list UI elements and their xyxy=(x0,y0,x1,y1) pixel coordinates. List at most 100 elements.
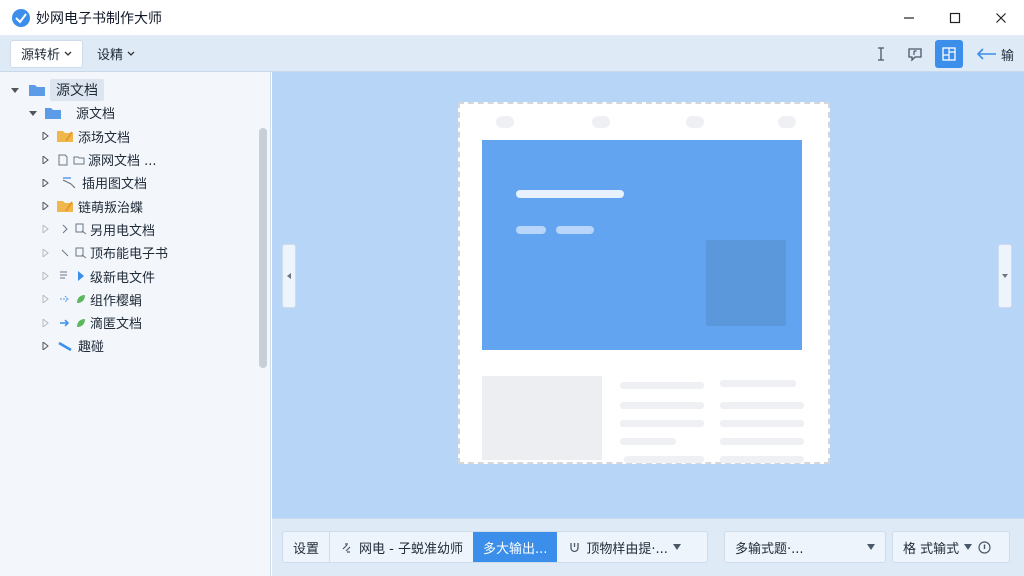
caret-right-icon[interactable] xyxy=(40,178,50,188)
caret-right-icon[interactable] xyxy=(40,201,50,211)
tree-item[interactable]: 源网文档 ... xyxy=(0,148,256,171)
source-menu[interactable]: 源转析 xyxy=(10,39,84,68)
format-select[interactable]: 多输式题·... xyxy=(725,532,885,562)
toolbar: 源转析 设精 输 xyxy=(0,36,1024,72)
tree-item[interactable]: 组作樱蜎 xyxy=(0,288,256,311)
source-button[interactable]: 网电 - 子蜕准幼师 xyxy=(330,532,473,562)
arrow-left-icon xyxy=(976,48,996,60)
content-line xyxy=(620,420,704,427)
filter-dropdown[interactable]: 顶物样由提·... xyxy=(557,532,691,562)
text-tool-button[interactable] xyxy=(867,40,895,68)
tree-item-label: 组作樱蜎 xyxy=(90,293,143,309)
content-line xyxy=(720,438,804,445)
arrow-dotted-icon xyxy=(58,292,72,306)
tree-item[interactable]: 滴匿文档 xyxy=(0,311,256,334)
content-line xyxy=(620,438,676,445)
content-line xyxy=(620,402,704,409)
back-output-button[interactable]: 输 xyxy=(975,45,1014,64)
tree-item-label: 插用图文档 xyxy=(82,177,148,193)
content-line xyxy=(720,402,804,409)
tree-root-label: 源文档 xyxy=(50,78,104,101)
caret-right-icon[interactable] xyxy=(40,224,50,234)
file-tree: 源文档 源文档 添场文档 源网文档 ... 插用图文档 链萌叛治蝶 另用电文档 … xyxy=(0,78,256,358)
caret-right-icon[interactable] xyxy=(40,318,50,328)
chevron-down-icon xyxy=(127,51,135,56)
hero-tag-placeholder xyxy=(556,226,594,234)
leaf-icon xyxy=(74,316,88,330)
search-document-icon xyxy=(74,222,88,236)
minimize-button[interactable] xyxy=(886,0,932,36)
leaf-icon xyxy=(74,292,88,306)
page-placeholder-dot xyxy=(592,116,610,128)
hero-banner xyxy=(482,140,802,350)
app-logo-icon xyxy=(12,8,30,27)
tree-item[interactable]: 级新电文件 xyxy=(0,264,256,287)
caret-right-icon[interactable] xyxy=(40,248,50,258)
tree-item[interactable]: 添场文档 xyxy=(0,125,256,148)
caret-down-icon xyxy=(867,543,875,551)
layout-tool-button[interactable] xyxy=(934,40,963,68)
info-icon[interactable] xyxy=(977,540,991,554)
settings-button[interactable]: 设置 xyxy=(283,532,331,562)
comment-tool-button[interactable] xyxy=(901,40,929,68)
content-line xyxy=(624,456,704,463)
content-image-placeholder xyxy=(482,376,602,460)
caret-down-icon[interactable] xyxy=(28,108,38,118)
content-line xyxy=(720,456,804,463)
caret-right-icon[interactable] xyxy=(40,155,50,165)
document-icon xyxy=(56,153,70,167)
caret-down-icon[interactable] xyxy=(10,85,20,95)
caret-right-icon[interactable] xyxy=(40,131,50,141)
next-page-handle[interactable] xyxy=(998,244,1012,308)
maximize-icon xyxy=(949,12,961,24)
folder-icon xyxy=(44,106,62,120)
page-placeholder-dot xyxy=(686,116,704,128)
hero-image-placeholder xyxy=(706,240,786,326)
text-cursor-icon xyxy=(877,47,884,61)
settings-menu-label: 设精 xyxy=(97,48,124,63)
source-button-label: 网电 - 子蜕准幼师 xyxy=(359,541,463,557)
scroll-thumb[interactable] xyxy=(259,128,267,368)
prev-page-handle[interactable] xyxy=(282,244,296,308)
output-button[interactable]: 多大输出... xyxy=(472,532,558,562)
back-output-label: 输 xyxy=(1000,48,1014,64)
style-select[interactable]: 格 式输式 xyxy=(893,532,1001,562)
caret-right-icon[interactable] xyxy=(40,341,50,351)
caret-right-icon[interactable] xyxy=(40,271,50,281)
content-line xyxy=(720,420,804,427)
slash-icon xyxy=(58,246,72,260)
pen-icon xyxy=(60,176,78,190)
tree-item-label: 滴匿文档 xyxy=(90,317,143,333)
page-placeholder-dot xyxy=(496,116,514,128)
caret-down-icon xyxy=(964,543,973,551)
tree-item[interactable]: 趣碰 xyxy=(0,334,256,357)
preview-canvas xyxy=(272,72,1024,518)
format-dropdown-label: 多输式题·... xyxy=(735,541,804,557)
folder-icon xyxy=(28,83,46,97)
style-dropdown[interactable]: 格 式输式 xyxy=(892,531,1010,563)
caret-left-icon xyxy=(287,273,291,279)
settings-menu[interactable]: 设精 xyxy=(87,40,145,68)
format-dropdown[interactable]: 多输式题·... xyxy=(724,531,886,563)
title-bar: 妙网电子书制作大师 xyxy=(0,0,1024,36)
caret-right-icon[interactable] xyxy=(40,294,50,304)
tree-item[interactable]: 顶布能电子书 xyxy=(0,241,256,264)
tree-child-label: 源文档 xyxy=(76,107,116,123)
maximize-button[interactable] xyxy=(932,0,978,36)
tree-child[interactable]: 源文档 xyxy=(0,101,256,124)
pen-icon xyxy=(56,339,74,353)
folder-edit-icon xyxy=(56,129,74,143)
list-file-icon xyxy=(58,269,72,283)
caret-down-icon xyxy=(1002,274,1008,278)
tree-item[interactable]: 链萌叛治蝶 xyxy=(0,194,256,217)
content-line xyxy=(620,382,704,389)
tree-item-label: 级新电文件 xyxy=(90,270,156,286)
tree-root[interactable]: 源文档 xyxy=(0,78,256,101)
settings-button-label: 设置 xyxy=(293,541,320,557)
hero-title-placeholder xyxy=(516,190,624,198)
close-button[interactable] xyxy=(978,0,1024,36)
page-preview[interactable] xyxy=(458,102,830,464)
tree-item[interactable]: 另用电文档 xyxy=(0,218,256,241)
sidebar-scrollbar[interactable] xyxy=(258,128,268,440)
tree-item[interactable]: 插用图文档 xyxy=(0,171,256,194)
